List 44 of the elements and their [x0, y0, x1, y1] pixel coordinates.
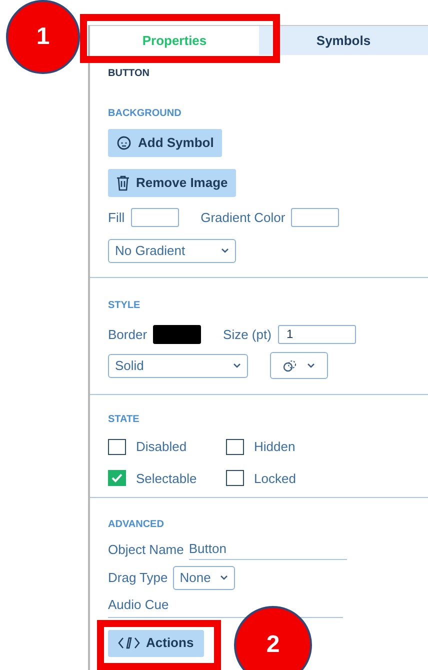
chevron-icon [221, 248, 229, 253]
checkbox[interactable] [108, 438, 126, 455]
gradient-color-label: Gradient Color [200, 209, 286, 227]
circles-icon [283, 360, 297, 372]
section-heading: STATE [108, 413, 140, 427]
effect-select[interactable] [270, 352, 328, 379]
checkbox-label: Selectable [136, 470, 197, 488]
gradient-color-field[interactable] [291, 208, 340, 228]
actions-button[interactable]: Actions [108, 630, 204, 656]
audio-cue-label: Audio Cue [108, 596, 169, 612]
check-icon [111, 473, 123, 484]
border-label: Border [108, 326, 148, 344]
checkbox[interactable] [226, 438, 244, 455]
callout-number: 1 [6, 0, 80, 74]
section-heading: BACKGROUND [108, 107, 182, 121]
trash-icon [116, 175, 130, 191]
chevron-icon [307, 363, 315, 368]
chevron-icon [233, 363, 241, 368]
size-label: Size (pt) [223, 326, 272, 344]
callout-number: 2 [234, 606, 312, 670]
object-name-label: Object Name [108, 541, 184, 559]
fill-color-field[interactable] [130, 208, 179, 228]
section-heading: STYLE [108, 298, 140, 312]
gradient-select[interactable]: No Gradient [108, 238, 236, 262]
checkbox-label: Hidden [254, 438, 296, 456]
fill-label: Fill [108, 209, 125, 227]
size-field[interactable]: 1 [278, 324, 356, 344]
object-name-field[interactable]: Button [188, 539, 347, 560]
chevron-icon [220, 575, 228, 580]
code-icon [118, 636, 140, 650]
checkbox-label: Locked [254, 470, 296, 488]
section-heading: ADVANCED [108, 518, 164, 532]
checkbox-label: Disabled [136, 438, 187, 456]
border-color-swatch[interactable] [153, 324, 202, 344]
checkbox[interactable] [108, 470, 126, 486]
tab[interactable]: Symbols [259, 26, 428, 55]
drag-type-select[interactable]: None [172, 566, 235, 590]
line-style-select[interactable]: Solid [108, 354, 248, 378]
checkbox[interactable] [226, 470, 244, 486]
face-icon [116, 135, 132, 151]
section-heading: BUTTON [108, 67, 150, 81]
remove-image-button[interactable]: Remove Image [108, 169, 236, 197]
drag-type-label: Drag Type [108, 568, 168, 587]
add-symbol-button[interactable]: Add Symbol [108, 129, 222, 157]
